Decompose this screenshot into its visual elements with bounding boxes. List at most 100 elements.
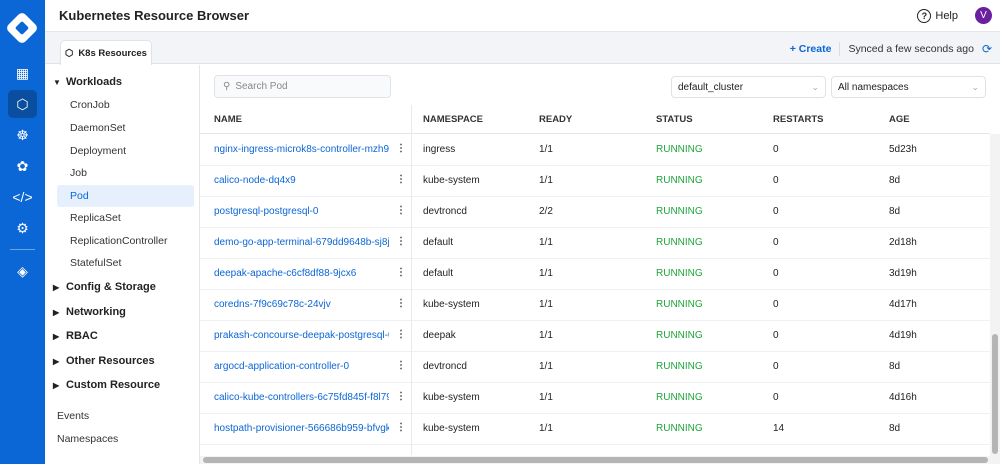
ready-cell: 1/1 (539, 175, 553, 186)
col-ready[interactable]: READY (539, 114, 572, 125)
more-options-icon[interactable]: ⋮ (396, 391, 406, 402)
cluster-select[interactable]: default_cluster ⌄ (671, 76, 826, 98)
sidebar-item-replicaset[interactable]: ReplicaSet (57, 207, 194, 229)
sidebar-item-statefulset[interactable]: StatefulSet (57, 252, 194, 274)
search-input[interactable]: ⚲ Search Pod (214, 75, 391, 98)
col-restarts[interactable]: RESTARTS (773, 114, 824, 125)
status-cell: RUNNING (656, 144, 703, 155)
tab-label: K8s Resources (78, 47, 147, 59)
chevron-down-icon: ⌄ (811, 81, 819, 92)
namespace-cell: kube-system (423, 423, 480, 434)
sidebar-item-namespaces[interactable]: Namespaces (57, 433, 118, 445)
more-options-icon[interactable]: ⋮ (396, 267, 406, 278)
ready-cell: 1/1 (539, 330, 553, 341)
pod-name-link[interactable]: deepak-apache-c6cf8df88-9jcx6 (214, 268, 389, 279)
helm-wheel-icon[interactable]: ☸ (8, 121, 37, 149)
more-options-icon[interactable]: ⋮ (396, 360, 406, 371)
vertical-scrollbar[interactable] (990, 134, 1000, 456)
pod-name-link[interactable]: calico-kube-controllers-6c75fd845f-f8l79 (214, 392, 389, 403)
group-rbac[interactable]: ▶ RBAC (53, 330, 98, 342)
sidebar-item-job[interactable]: Job (57, 162, 194, 184)
help-button[interactable]: ? Help (917, 9, 958, 23)
col-status[interactable]: STATUS (656, 114, 693, 125)
search-placeholder: Search Pod (235, 81, 288, 92)
age-cell: 3d19h (889, 268, 917, 279)
age-cell: 8d (889, 423, 901, 434)
layers-icon[interactable]: ◈ (8, 257, 37, 285)
group-workloads[interactable]: ▼ Workloads (53, 76, 122, 88)
sidebar-item-deployment[interactable]: Deployment (57, 140, 194, 162)
pod-name-link[interactable]: nginx-ingress-microk8s-controller-mzh9k (214, 144, 389, 155)
pod-name-link[interactable]: demo-go-app-terminal-679dd9648b-sj8jf (214, 237, 389, 248)
more-options-icon[interactable]: ⋮ (396, 205, 406, 216)
horizontal-scrollbar[interactable] (200, 456, 1000, 464)
cube-icon: ⬡ (65, 47, 74, 59)
status-cell: RUNNING (656, 299, 703, 310)
resource-sidebar: ▼ Workloads CronJob DaemonSet Deployment … (45, 65, 200, 464)
namespace-cell: default (423, 237, 454, 248)
caret-right-icon: ▶ (53, 380, 60, 390)
sidebar-item-pod[interactable]: Pod (57, 185, 194, 207)
age-cell: 5d23h (889, 144, 917, 155)
col-namespace[interactable]: NAMESPACE (423, 114, 483, 125)
restarts-cell: 0 (773, 330, 779, 341)
restarts-cell: 0 (773, 144, 779, 155)
col-age[interactable]: AGE (889, 114, 910, 125)
table-row: coredns-7f9c69c78c-24vjv kube-system 1/1 RU… (200, 290, 990, 321)
pod-name-link[interactable]: hostpath-provisioner-566686b959-bfvgk (214, 423, 389, 434)
avatar[interactable]: V (975, 7, 992, 24)
age-cell: 8d (889, 361, 901, 372)
pod-name-link[interactable]: calico-node-dq4x9 (214, 175, 389, 186)
namespace-cell: devtroncd (423, 206, 467, 217)
settings-gear-icon[interactable]: ⚙ (8, 214, 37, 242)
ready-cell: 1/1 (539, 299, 553, 310)
more-options-icon[interactable]: ⋮ (396, 422, 406, 433)
group-config-storage[interactable]: ▶ Config & Storage (53, 281, 156, 293)
table-row: hostpath-provisioner-566686b959-bfvgk kub… (200, 414, 990, 445)
pod-name-link[interactable]: postgresql-postgresql-0 (214, 206, 389, 217)
scroll-thumb[interactable] (203, 457, 988, 463)
cluster-icon[interactable]: ✿ (8, 152, 37, 180)
table-row: demo-go-app-terminal-679dd9648b-sj8jf def… (200, 228, 990, 259)
apps-grid-icon[interactable]: ▦ (8, 59, 37, 87)
sidebar-item-cronjob[interactable]: CronJob (57, 94, 194, 116)
refresh-icon[interactable]: ⟳ (982, 42, 992, 56)
cube-icon[interactable]: ⬡ (8, 90, 37, 118)
resource-list: ⚲ Search Pod default_cluster ⌄ All namespa… (200, 65, 1000, 464)
namespace-select[interactable]: All namespaces ⌄ (831, 76, 986, 98)
group-label: Config & Storage (66, 281, 156, 293)
more-options-icon[interactable]: ⋮ (396, 174, 406, 185)
more-options-icon[interactable]: ⋮ (396, 298, 406, 309)
status-cell: RUNNING (656, 268, 703, 279)
devtron-logo-icon[interactable] (5, 11, 39, 45)
more-options-icon[interactable]: ⋮ (396, 329, 406, 340)
group-networking[interactable]: ▶ Networking (53, 306, 126, 318)
column-divider (411, 105, 412, 455)
age-cell: 4d17h (889, 299, 917, 310)
sidebar-item-replicationcontroller[interactable]: ReplicationController (57, 230, 194, 252)
table-row: nginx-ingress-microk8s-controller-mzh9k i… (200, 135, 990, 166)
status-cell: RUNNING (656, 392, 703, 403)
code-icon[interactable]: </> (8, 183, 37, 211)
sidebar-item-daemonset[interactable]: DaemonSet (57, 117, 194, 139)
tab-k8s-resources[interactable]: ⬡ K8s Resources (60, 40, 152, 65)
sidebar-item-events[interactable]: Events (57, 410, 89, 422)
more-options-icon[interactable]: ⋮ (396, 236, 406, 247)
pod-name-link[interactable]: coredns-7f9c69c78c-24vjv (214, 299, 389, 310)
pod-name-link[interactable]: argocd-application-controller-0 (214, 361, 389, 372)
pod-name-link[interactable]: prakash-concourse-deepak-postgresql-0 (214, 330, 389, 341)
caret-down-icon: ▼ (53, 77, 61, 87)
age-cell: 4d19h (889, 330, 917, 341)
more-options-icon[interactable]: ⋮ (396, 143, 406, 154)
group-label: Custom Resource (66, 379, 161, 391)
group-custom-resource[interactable]: ▶ Custom Resource (53, 379, 160, 391)
scroll-thumb[interactable] (992, 334, 998, 454)
status-cell: RUNNING (656, 237, 703, 248)
group-other-resources[interactable]: ▶ Other Resources (53, 355, 155, 367)
create-button[interactable]: + Create (790, 43, 832, 55)
table-row: calico-kube-controllers-6c75fd845f-f8l79… (200, 383, 990, 414)
restarts-cell: 0 (773, 175, 779, 186)
restarts-cell: 0 (773, 299, 779, 310)
col-name[interactable]: NAME (214, 114, 242, 125)
caret-right-icon: ▶ (53, 282, 60, 292)
